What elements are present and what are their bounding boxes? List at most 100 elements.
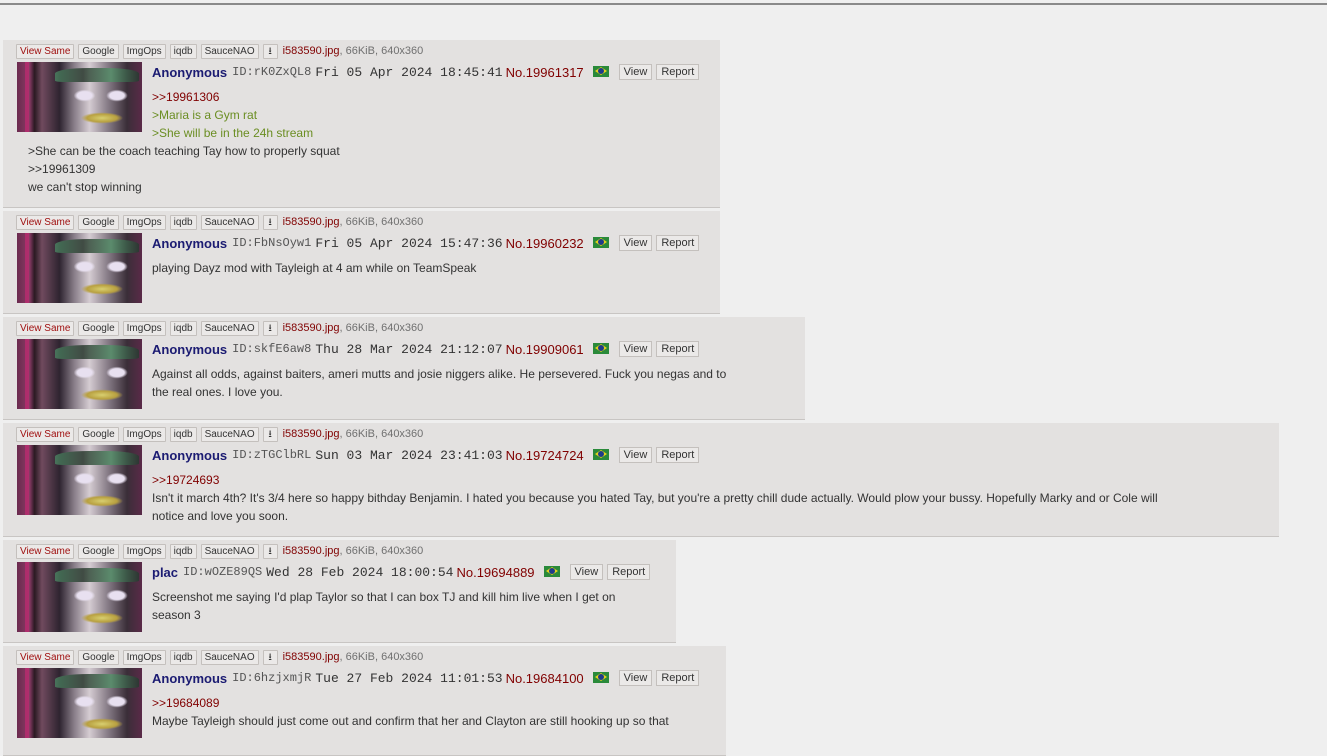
file-name-link[interactable]: i583590.jpg [283,216,340,228]
poster-id[interactable]: ID:6hzjxmjR [232,671,311,685]
post-text-line: Isn't it march 4th? It's 3/4 here so hap… [152,491,1158,505]
post-number-link[interactable]: No.19960232 [506,236,584,251]
google-search-button[interactable]: Google [78,320,119,336]
post: View Same Google ImgOps iqdb SauceNAO ⭳ … [3,40,720,208]
google-search-button[interactable]: Google [78,543,119,559]
post-body: playing Dayz mod with Tayleigh at 4 am w… [152,259,476,277]
post-thumbnail[interactable] [17,562,142,632]
post-number-link[interactable]: No.19961317 [506,65,584,80]
report-button[interactable]: Report [656,447,700,463]
file-name-link[interactable]: i583590.jpg [283,322,340,334]
iqdb-button[interactable]: iqdb [169,649,197,665]
file-info: , 66KiB, 640x360 [339,651,424,663]
imgops-button[interactable]: ImgOps [122,43,166,59]
poster-id[interactable]: ID:skfE6aw8 [232,342,311,356]
poster-name: Anonymous [152,670,228,686]
report-button[interactable]: Report [607,564,651,580]
quote-link[interactable]: >>19961309 [28,160,95,178]
file-name-link[interactable]: i583590.jpg [283,651,340,663]
saucenao-button[interactable]: SauceNAO [200,649,259,665]
iqdb-button[interactable]: iqdb [169,214,197,230]
post: View Same Google ImgOps iqdb SauceNAO ⭳ … [3,540,676,643]
post: View Same Google ImgOps iqdb SauceNAO ⭳ … [3,211,720,314]
saucenao-button[interactable]: SauceNAO [200,543,259,559]
post-number-link[interactable]: No.19694889 [456,565,534,580]
view-same-button[interactable]: View Same [16,43,75,59]
saucenao-button[interactable]: SauceNAO [200,214,259,230]
post-thumbnail[interactable] [17,445,142,515]
imgops-button[interactable]: ImgOps [122,543,166,559]
view-button[interactable]: View [618,341,653,357]
brazil-flag-icon [592,448,609,460]
imgops-button[interactable]: ImgOps [122,214,166,230]
google-search-button[interactable]: Google [78,43,119,59]
post-thumbnail[interactable] [17,668,142,738]
post-header: Anonymous ID:rK0ZxQL8 Fri 05 Apr 2024 18… [152,64,703,80]
post-date: Fri 05 Apr 2024 15:47:36 [315,235,503,251]
brazil-flag-icon [592,342,609,354]
google-search-button[interactable]: Google [78,426,119,442]
download-icon[interactable]: ⭳ [262,320,278,336]
view-same-button[interactable]: View Same [16,649,75,665]
iqdb-button[interactable]: iqdb [169,426,197,442]
view-button[interactable]: View [618,235,653,251]
download-icon[interactable]: ⭳ [262,649,278,665]
poster-id[interactable]: ID:zTGClbRL [232,448,311,462]
post-body: Screenshot me saying I'd plap Taylor so … [152,588,615,624]
view-same-button[interactable]: View Same [16,543,75,559]
file-info: , 66KiB, 640x360 [339,45,424,57]
view-button[interactable]: View [618,670,653,686]
post-text-line: we can't stop winning [28,180,142,194]
image-tools: View Same Google ImgOps iqdb SauceNAO ⭳ … [16,214,423,230]
brazil-flag-icon [592,236,609,248]
report-button[interactable]: Report [656,235,700,251]
poster-name: plac [152,564,179,580]
file-name-link[interactable]: i583590.jpg [283,45,340,57]
imgops-button[interactable]: ImgOps [122,320,166,336]
view-same-button[interactable]: View Same [16,214,75,230]
saucenao-button[interactable]: SauceNAO [200,320,259,336]
download-icon[interactable]: ⭳ [262,214,278,230]
saucenao-button[interactable]: SauceNAO [200,426,259,442]
brazil-flag-icon [592,671,609,683]
brazil-flag-icon [592,65,609,77]
view-same-button[interactable]: View Same [16,426,75,442]
google-search-button[interactable]: Google [78,649,119,665]
download-icon[interactable]: ⭳ [262,543,278,559]
poster-name: Anonymous [152,341,228,357]
report-button[interactable]: Report [656,64,700,80]
iqdb-button[interactable]: iqdb [169,320,197,336]
poster-id[interactable]: ID:wOZE89QS [183,565,262,579]
report-button[interactable]: Report [656,670,700,686]
file-name-link[interactable]: i583590.jpg [283,428,340,440]
google-search-button[interactable]: Google [78,214,119,230]
post: View Same Google ImgOps iqdb SauceNAO ⭳ … [3,646,726,756]
file-name-link[interactable]: i583590.jpg [283,545,340,557]
post-thumbnail[interactable] [17,62,142,132]
post-thumbnail[interactable] [17,233,142,303]
post-number-link[interactable]: No.19724724 [506,448,584,463]
view-button[interactable]: View [569,564,604,580]
iqdb-button[interactable]: iqdb [169,43,197,59]
view-same-button[interactable]: View Same [16,320,75,336]
saucenao-button[interactable]: SauceNAO [200,43,259,59]
poster-id[interactable]: ID:rK0ZxQL8 [232,65,311,79]
image-tools: View Same Google ImgOps iqdb SauceNAO ⭳ … [16,426,423,442]
imgops-button[interactable]: ImgOps [122,649,166,665]
report-button[interactable]: Report [656,341,700,357]
quote-link[interactable]: >>19961306 [152,88,313,106]
quote-link[interactable]: >>19684089 [152,694,669,712]
imgops-button[interactable]: ImgOps [122,426,166,442]
post-number-link[interactable]: No.19909061 [506,342,584,357]
post-thumbnail[interactable] [17,339,142,409]
post: View Same Google ImgOps iqdb SauceNAO ⭳ … [3,317,805,420]
iqdb-button[interactable]: iqdb [169,543,197,559]
download-icon[interactable]: ⭳ [262,43,278,59]
poster-id[interactable]: ID:FbNsOyw1 [232,236,311,250]
view-button[interactable]: View [618,64,653,80]
view-button[interactable]: View [618,447,653,463]
quote-link[interactable]: >>19724693 [152,471,1158,489]
post-number-link[interactable]: No.19684100 [506,671,584,686]
file-info: , 66KiB, 640x360 [339,322,424,334]
download-icon[interactable]: ⭳ [262,426,278,442]
